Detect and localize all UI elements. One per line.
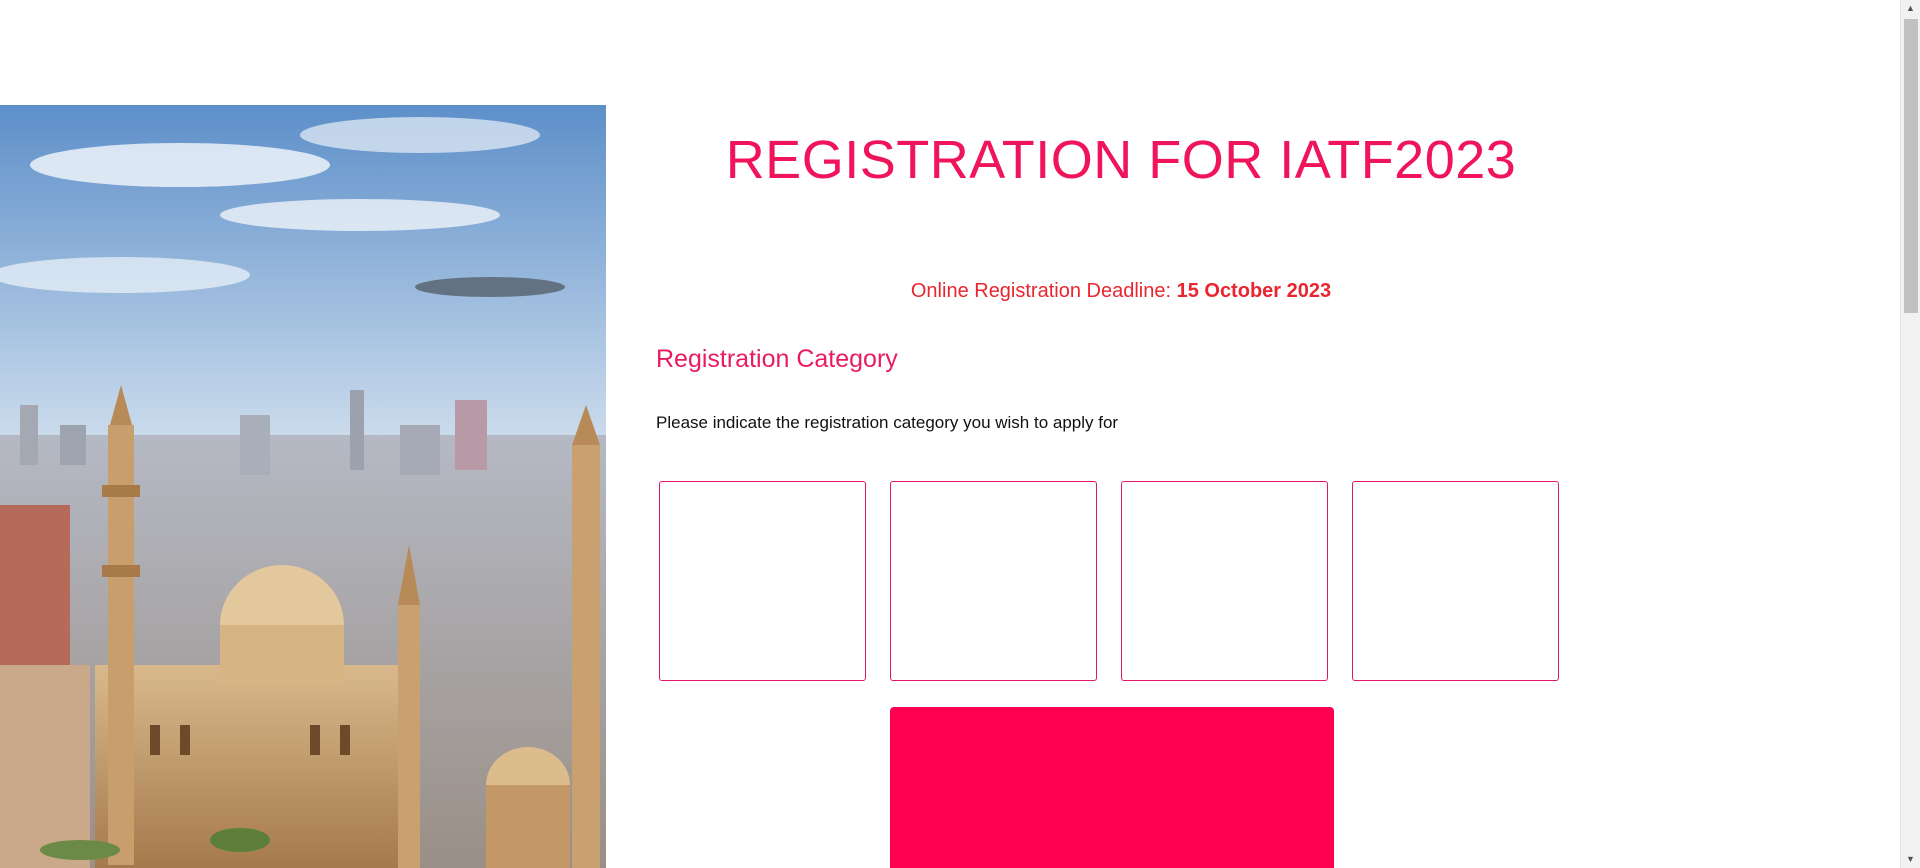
- vertical-scrollbar[interactable]: ▲ ▼: [1900, 0, 1920, 868]
- registration-deadline: Online Registration Deadline: 15 October…: [606, 278, 1636, 304]
- page-title: REGISTRATION FOR IATF2023: [725, 130, 1517, 190]
- deadline-label: Online Registration Deadline:: [910, 280, 1177, 302]
- scroll-down-arrow-icon[interactable]: ▼: [1901, 851, 1920, 868]
- category-option-2[interactable]: [890, 481, 1097, 681]
- registration-page: REGISTRATION FOR IATF2023 Online Registr…: [0, 0, 1920, 868]
- scroll-thumb[interactable]: [1904, 19, 1918, 313]
- category-instructions: Please indicate the registration categor…: [656, 413, 1119, 432]
- scroll-up-arrow-icon[interactable]: ▲: [1901, 0, 1920, 17]
- category-option-1[interactable]: [659, 481, 866, 681]
- category-options: [659, 481, 1559, 681]
- deadline-date: 15 October 2023: [1176, 280, 1332, 302]
- hero-image: [0, 105, 606, 868]
- section-title: Registration Category: [656, 345, 898, 373]
- continue-button[interactable]: [890, 707, 1334, 868]
- category-option-3[interactable]: [1121, 481, 1328, 681]
- category-option-4[interactable]: [1352, 481, 1559, 681]
